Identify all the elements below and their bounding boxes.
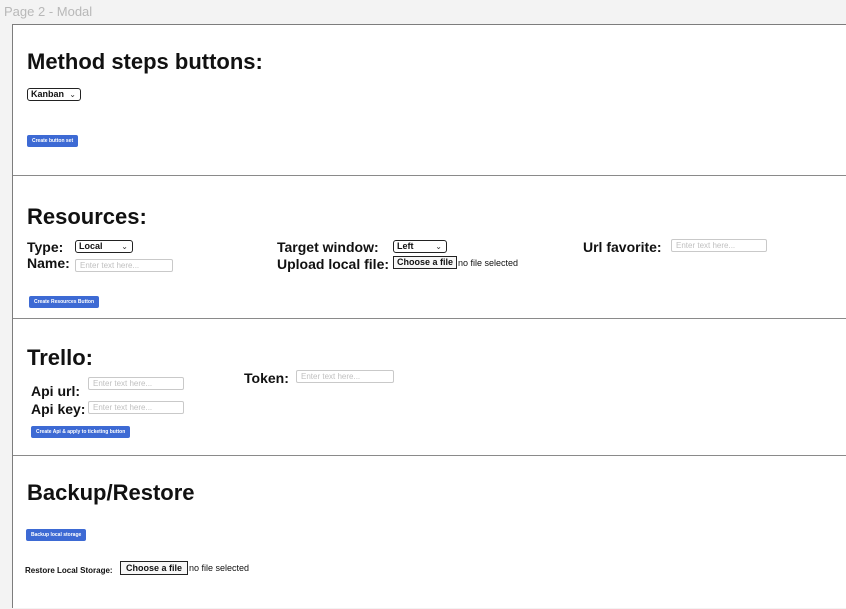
backup-heading: Backup/Restore <box>27 480 195 505</box>
restore-choose-file-button[interactable]: Choose a file <box>120 561 189 575</box>
method-heading: Method steps buttons: <box>27 49 263 74</box>
name-label: Name: <box>27 255 70 271</box>
trello-heading: Trello: <box>27 345 94 370</box>
upload-file-status: no file selected <box>458 257 519 268</box>
api-key-input[interactable]: Enter text here... <box>88 401 184 414</box>
create-button-set-button[interactable]: Create button set <box>27 135 79 147</box>
restore-file-status: no file selected <box>189 563 250 573</box>
create-api-button[interactable]: Create Api & apply to ticketing button <box>31 426 131 438</box>
chevron-down-icon: ⌄ <box>121 242 128 251</box>
url-favorite-input[interactable]: Enter text here... <box>671 239 767 252</box>
type-label: Type: <box>27 239 64 255</box>
page-label: Page 2 - Modal <box>4 4 93 19</box>
url-favorite-label: Url favorite: <box>583 239 662 255</box>
type-select[interactable]: Local ⌄ <box>75 240 133 253</box>
api-key-label: Api key: <box>31 401 86 417</box>
create-resources-button[interactable]: Create Resources Button <box>29 296 100 308</box>
target-window-label: Target window: <box>277 239 379 255</box>
resources-heading: Resources: <box>27 204 147 229</box>
api-url-label: Api url: <box>31 383 80 399</box>
token-input[interactable]: Enter text here... <box>296 370 394 383</box>
method-section: Method steps buttons: Kanban ⌄ Create bu… <box>13 25 846 176</box>
trello-section: Trello: Api url: Enter text here... Api … <box>13 319 846 456</box>
upload-file-control: Choose a file no file selected <box>393 256 518 269</box>
upload-local-file-label: Upload local file: <box>277 256 390 272</box>
restore-file-control: Choose a file no file selected <box>120 561 249 575</box>
chevron-down-icon: ⌄ <box>435 242 442 251</box>
target-window-value: Left <box>397 241 414 251</box>
name-input[interactable]: Enter text here... <box>75 259 173 272</box>
api-url-input[interactable]: Enter text here... <box>88 377 184 390</box>
backup-section: Backup/Restore Backup local storage Rest… <box>13 456 846 609</box>
chevron-down-icon: ⌄ <box>69 90 76 99</box>
choose-file-button[interactable]: Choose a file <box>393 256 458 269</box>
method-select[interactable]: Kanban ⌄ <box>27 88 81 101</box>
backup-local-storage-button[interactable]: Backup local storage <box>26 529 87 541</box>
restore-local-storage-label: Restore Local Storage: <box>25 566 113 575</box>
token-label: Token: <box>244 370 289 386</box>
method-select-value: Kanban <box>31 89 65 99</box>
resources-section: Resources: Type: Local ⌄ Name: Enter tex… <box>13 176 846 319</box>
modal-frame: Method steps buttons: Kanban ⌄ Create bu… <box>12 24 846 608</box>
type-select-value: Local <box>79 241 103 251</box>
target-window-select[interactable]: Left ⌄ <box>393 240 447 253</box>
